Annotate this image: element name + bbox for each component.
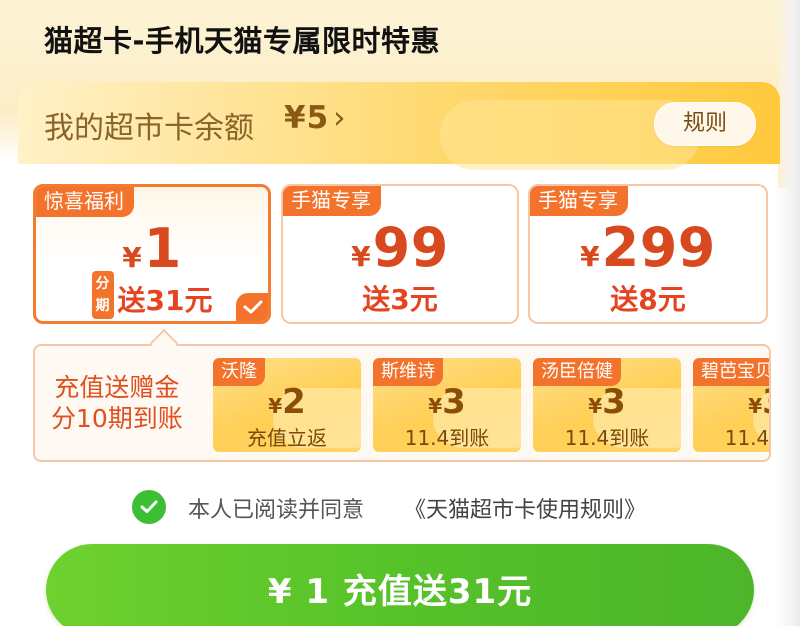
- rules-link[interactable]: 《天猫超市卡使用规则》: [404, 492, 646, 524]
- brand-card-4[interactable]: 碧芭宝贝 ¥3 11.4到账: [693, 358, 770, 452]
- currency-symbol: ¥: [351, 240, 371, 273]
- amount-value: 3: [762, 382, 769, 422]
- option-gift: 分期 送31元: [36, 271, 268, 319]
- price-value: 1: [143, 217, 182, 280]
- page: 猫超卡-手机天猫专属限时特惠 我的超市卡余额 ¥5 › 规则 惊喜福利 ¥1 分期…: [0, 0, 800, 626]
- brand-amount: ¥3: [693, 382, 769, 422]
- balance-label: 我的超市卡余额: [44, 111, 254, 146]
- currency-symbol: ¥: [588, 394, 603, 418]
- amount-value: 3: [442, 382, 466, 422]
- recharge-option-1[interactable]: 惊喜福利 ¥1 分期 送31元: [33, 184, 271, 324]
- option-price: ¥99: [283, 216, 517, 279]
- brand-amount: ¥3: [533, 382, 681, 422]
- brand-card-3[interactable]: 汤臣倍健 ¥3 11.4到账: [533, 358, 681, 452]
- brand-note: 充值立返: [247, 426, 327, 450]
- currency-symbol: ¥: [268, 394, 283, 418]
- recharge-option-2[interactable]: 手猫专享 ¥99 送3元: [281, 184, 519, 324]
- agreement-checkbox[interactable]: [132, 490, 166, 524]
- brand-amount: ¥2: [213, 382, 361, 422]
- check-icon: [140, 500, 158, 513]
- gift-text: 送31元: [117, 284, 213, 317]
- price-value: 299: [601, 216, 716, 279]
- installment-badge: 分期: [91, 271, 114, 319]
- currency-symbol: ¥: [748, 394, 763, 418]
- bonus-line-1: 充值送赠金: [54, 373, 180, 402]
- agreement-text: 本人已阅读并同意: [188, 498, 365, 523]
- bonus-description: 充值送赠金 分10期到账: [51, 372, 183, 434]
- currency-symbol: ¥: [428, 394, 443, 418]
- price-value: 99: [372, 216, 449, 279]
- option-price: ¥299: [530, 216, 766, 279]
- bonus-section: 充值送赠金 分10期到账 沃隆 ¥2 充值立返 斯维诗 ¥3 11.4到账 汤臣…: [33, 344, 771, 462]
- amount-value: 3: [602, 382, 626, 422]
- currency-symbol: ¥: [580, 240, 600, 273]
- option-tag: 惊喜福利: [36, 187, 134, 217]
- currency-symbol: ¥: [122, 241, 142, 274]
- brand-amount: ¥3: [373, 382, 521, 422]
- option-gift: 送3元: [362, 283, 438, 316]
- brand-card-2[interactable]: 斯维诗 ¥3 11.4到账: [373, 358, 521, 452]
- rules-button[interactable]: 规则: [654, 102, 756, 146]
- chevron-right-icon: ›: [333, 100, 347, 136]
- selected-check-icon: [236, 293, 268, 321]
- brand-note: 11.4到账: [724, 426, 770, 450]
- page-edge: [776, 0, 800, 626]
- recharge-option-3[interactable]: 手猫专享 ¥299 送8元: [528, 184, 768, 324]
- bonus-line-2: 分10期到账: [51, 404, 183, 433]
- balance-amount-link[interactable]: ¥5 ›: [284, 100, 347, 136]
- recharge-button[interactable]: ¥ 1 充值送31元: [46, 544, 754, 626]
- brand-card-1[interactable]: 沃隆 ¥2 充值立返: [213, 358, 361, 452]
- option-gift: 送8元: [610, 283, 686, 316]
- page-title: 猫超卡-手机天猫专属限时特惠: [44, 24, 441, 58]
- option-price: ¥1: [36, 217, 268, 280]
- recharge-button-label: ¥ 1 充值送31元: [267, 572, 533, 612]
- option-tag: 手猫专享: [530, 186, 628, 216]
- brand-note: 11.4到账: [404, 426, 490, 450]
- balance-amount: ¥5: [284, 100, 330, 136]
- brand-note: 11.4到账: [564, 426, 650, 450]
- amount-value: 2: [282, 382, 306, 422]
- option-tag: 手猫专享: [283, 186, 381, 216]
